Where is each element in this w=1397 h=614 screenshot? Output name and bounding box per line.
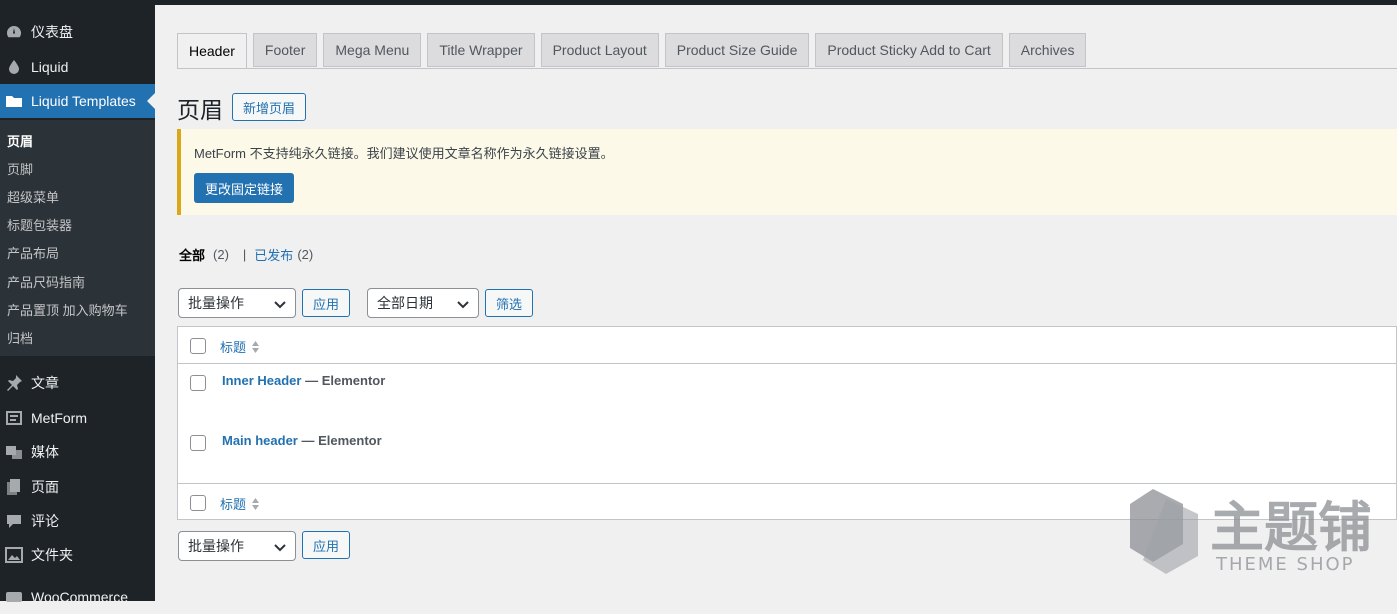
status-filters: 全部 (2) | 已发布 (2)	[179, 245, 313, 264]
column-title-sort[interactable]: 标题	[220, 337, 260, 356]
chevron-down-icon	[274, 544, 286, 552]
tab-product-sticky-add-to-cart[interactable]: Product Sticky Add to Cart	[815, 33, 1003, 67]
column-title-label: 标题	[220, 340, 247, 355]
tabs-divider	[177, 68, 1397, 69]
menu-liquid-templates[interactable]: Liquid Templates	[0, 84, 155, 118]
row-title-suffix: — Elementor	[301, 373, 386, 388]
menu-liquid-templates-label: Liquid Templates	[31, 93, 136, 109]
row-title-link[interactable]: Inner Header	[222, 373, 301, 388]
template-tabs: Header Footer Mega Menu Title Wrapper Pr…	[177, 33, 1092, 69]
submenu-archives[interactable]: 归档	[7, 328, 33, 347]
select-all-checkbox[interactable]	[190, 338, 206, 354]
woocommerce-icon	[5, 588, 23, 606]
tab-footer[interactable]: Footer	[252, 33, 318, 67]
sort-icon	[252, 340, 260, 353]
row-title-suffix: — Elementor	[297, 433, 382, 448]
theme-shop-watermark: 主题铺 THEME SHOP	[1128, 484, 1378, 584]
row-checkbox[interactable]	[190, 375, 206, 391]
form-icon	[5, 409, 23, 427]
media-icon	[5, 443, 23, 461]
date-filter-label: 全部日期	[377, 295, 433, 311]
watermark-brand: 主题铺	[1210, 496, 1372, 559]
tab-product-size-guide[interactable]: Product Size Guide	[664, 33, 810, 67]
menu-dashboard[interactable]: 仪表盘	[0, 15, 155, 49]
select-all-checkbox-bottom[interactable]	[190, 495, 206, 511]
folder-icon	[5, 92, 23, 110]
notice-text: MetForm 不支持纯永久链接。我们建议使用文章名称作为永久链接设置。	[194, 146, 614, 161]
page-title: 页眉	[177, 97, 223, 123]
menu-media[interactable]: 媒体	[0, 435, 155, 469]
menu-folders[interactable]: 文件夹	[0, 538, 155, 572]
tab-title-wrapper[interactable]: Title Wrapper	[427, 33, 535, 67]
filter-all-count: (2)	[213, 247, 229, 262]
menu-comments-label: 评论	[31, 513, 59, 529]
tab-archives[interactable]: Archives	[1008, 33, 1087, 67]
submenu-product-sticky[interactable]: 产品置顶 加入购物车	[7, 300, 128, 319]
menu-media-label: 媒体	[31, 444, 59, 460]
row-title: Main header — Elementor	[222, 433, 382, 448]
comment-icon	[5, 512, 23, 530]
menu-pages[interactable]: 页面	[0, 470, 155, 504]
table-row: Inner Header — Elementor	[178, 363, 1396, 423]
image-folder-icon	[5, 546, 23, 564]
page-icon	[5, 478, 23, 496]
submenu-product-layout[interactable]: 产品布局	[7, 243, 59, 262]
menu-folders-label: 文件夹	[31, 547, 73, 563]
change-permalink-button[interactable]: 更改固定链接	[194, 173, 294, 203]
row-checkbox[interactable]	[190, 435, 206, 451]
bulk-action-select-top[interactable]: 批量操作	[178, 288, 296, 318]
dashboard-icon	[5, 23, 23, 41]
sort-icon	[252, 497, 260, 510]
table-row: Main header — Elementor	[178, 423, 1396, 483]
column-title-sort-bottom[interactable]: 标题	[220, 494, 260, 513]
permalink-notice: MetForm 不支持纯永久链接。我们建议使用文章名称作为永久链接设置。 更改固…	[177, 129, 1397, 215]
menu-comments[interactable]: 评论	[0, 504, 155, 538]
menu-posts[interactable]: 文章	[0, 366, 155, 400]
admin-sidebar: 仪表盘 Liquid Liquid Templates 页眉 页脚 超级菜单 标…	[0, 0, 155, 605]
table-header: 标题	[178, 327, 1396, 364]
menu-metform-label: MetForm	[31, 410, 87, 426]
menu-liquid-label: Liquid	[31, 59, 69, 75]
menu-metform[interactable]: MetForm	[0, 401, 155, 435]
menu-pages-label: 页面	[31, 479, 59, 495]
submenu-footer[interactable]: 页脚	[7, 159, 33, 178]
submenu-header[interactable]: 页眉	[7, 131, 33, 150]
drop-icon	[5, 58, 23, 76]
row-title: Inner Header — Elementor	[222, 373, 385, 388]
column-title-label: 标题	[220, 497, 247, 512]
bulk-action-select-bottom[interactable]: 批量操作	[178, 531, 296, 561]
filter-all[interactable]: 全部	[179, 245, 205, 264]
submenu-mega-menu[interactable]: 超级菜单	[7, 187, 59, 206]
watermark-subtitle: THEME SHOP	[1215, 554, 1355, 575]
submenu-product-size-guide[interactable]: 产品尺码指南	[7, 272, 85, 291]
menu-dashboard-label: 仪表盘	[31, 24, 73, 40]
filter-published-count: (2)	[297, 247, 314, 262]
bulk-action-label: 批量操作	[188, 538, 244, 554]
apply-button-top[interactable]: 应用	[302, 289, 350, 317]
pin-icon	[5, 374, 23, 392]
filter-button[interactable]: 筛选	[485, 289, 533, 317]
tab-mega-menu[interactable]: Mega Menu	[323, 33, 422, 67]
menu-liquid[interactable]: Liquid	[0, 50, 155, 84]
menu-posts-label: 文章	[31, 375, 59, 391]
submenu-title-wrapper[interactable]: 标题包装器	[7, 215, 72, 234]
tab-header[interactable]: Header	[177, 33, 247, 69]
chevron-down-icon	[274, 301, 286, 309]
filter-published[interactable]: 已发布	[254, 245, 293, 264]
filter-separator: |	[242, 247, 247, 262]
theme-shop-logo-icon: 主题铺 THEME SHOP	[1130, 489, 1372, 575]
date-filter-select[interactable]: 全部日期	[367, 288, 479, 318]
menu-woocommerce-label: WooCommerce	[31, 589, 128, 605]
tab-product-layout[interactable]: Product Layout	[540, 33, 659, 67]
bulk-action-label: 批量操作	[188, 295, 244, 311]
add-new-header-button[interactable]: 新增页眉	[232, 93, 306, 121]
liquid-templates-submenu: 页眉 页脚 超级菜单 标题包装器 产品布局 产品尺码指南 产品置顶 加入购物车 …	[0, 120, 155, 356]
apply-button-bottom[interactable]: 应用	[302, 531, 350, 559]
row-title-link[interactable]: Main header	[222, 433, 298, 448]
chevron-down-icon	[457, 301, 469, 309]
menu-woocommerce[interactable]: WooCommerce	[0, 580, 155, 614]
